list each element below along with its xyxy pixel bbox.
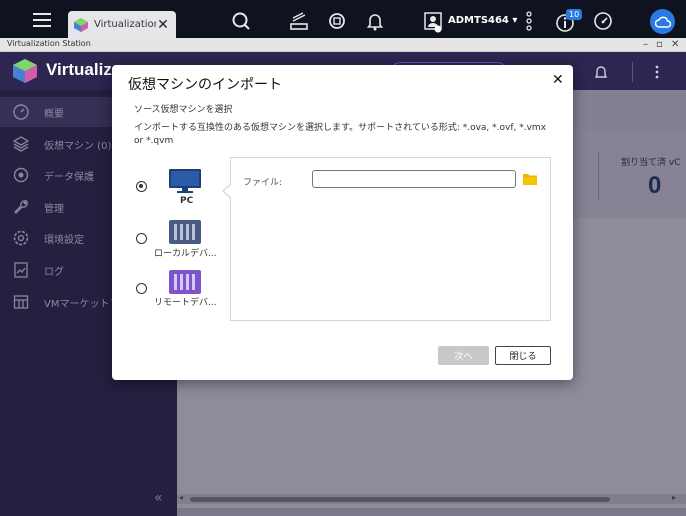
- dialog-subtitle: ソース仮想マシンを選択: [134, 105, 233, 115]
- sync-icon[interactable]: [326, 10, 348, 32]
- dialog-title: 仮想マシンのインポート: [128, 77, 282, 93]
- app-title: Virtualiz: [46, 60, 112, 79]
- app-logo-icon: [13, 59, 37, 83]
- window-title: Virtualization Station: [7, 39, 91, 48]
- resource-monitor-icon[interactable]: [592, 10, 614, 32]
- tab-virtualization[interactable]: Virtualization... ✕: [68, 11, 176, 38]
- virtualization-app-icon: [74, 17, 88, 32]
- remote-device-icon[interactable]: [168, 269, 202, 295]
- window-close-icon[interactable]: ✕: [671, 38, 679, 51]
- pc-monitor-icon[interactable]: [168, 168, 202, 194]
- source-remote-radio[interactable]: [136, 283, 147, 294]
- menu-icon[interactable]: [30, 9, 54, 31]
- import-vm-dialog: 仮想マシンのインポート ✕ ソース仮想マシンを選択 インポートする互換性のある仮…: [112, 65, 573, 380]
- file-label: ファイル:: [243, 178, 283, 188]
- header-bell-icon[interactable]: [592, 63, 610, 81]
- header-more-icon[interactable]: [652, 63, 662, 81]
- notification-badge: 10: [566, 9, 583, 20]
- taskbar: Virtualization... ✕ ADMTS464 ▾ 10: [0, 0, 686, 38]
- search-icon[interactable]: [230, 10, 252, 32]
- cloud-icon[interactable]: [650, 9, 675, 34]
- restore-icon[interactable]: ▫: [656, 38, 663, 51]
- user-avatar-icon[interactable]: [422, 10, 444, 34]
- user-name[interactable]: ADMTS464 ▾: [448, 15, 517, 26]
- source-pc-label: PC: [180, 196, 194, 206]
- source-local-radio[interactable]: [136, 233, 147, 244]
- source-remote-label: リモートデバ...: [154, 298, 217, 308]
- header-divider: [632, 62, 633, 82]
- local-device-icon[interactable]: [168, 219, 202, 245]
- source-pc-radio[interactable]: [136, 181, 147, 192]
- folder-icon[interactable]: [523, 173, 537, 185]
- bell-icon[interactable]: [364, 10, 386, 32]
- dialog-description: インポートする互換性のある仮想マシンを選択します。サポートされている形式: *.…: [134, 123, 547, 146]
- tab-label: Virtualization...: [94, 19, 156, 30]
- task-list-icon[interactable]: [288, 10, 310, 32]
- tab-close-icon[interactable]: ✕: [156, 17, 170, 33]
- dialog-close-icon[interactable]: ✕: [552, 72, 564, 88]
- panel-pointer-inner: [224, 184, 232, 198]
- minimize-icon[interactable]: –: [643, 38, 648, 51]
- more-options-icon[interactable]: [522, 10, 536, 32]
- next-button[interactable]: 次へ: [438, 346, 489, 365]
- source-local-label: ローカルデバ...: [154, 249, 217, 259]
- close-button[interactable]: 閉じる: [495, 346, 551, 365]
- window-titlebar: Virtualization Station – ▫ ✕: [0, 38, 686, 52]
- file-path-input[interactable]: [312, 170, 516, 188]
